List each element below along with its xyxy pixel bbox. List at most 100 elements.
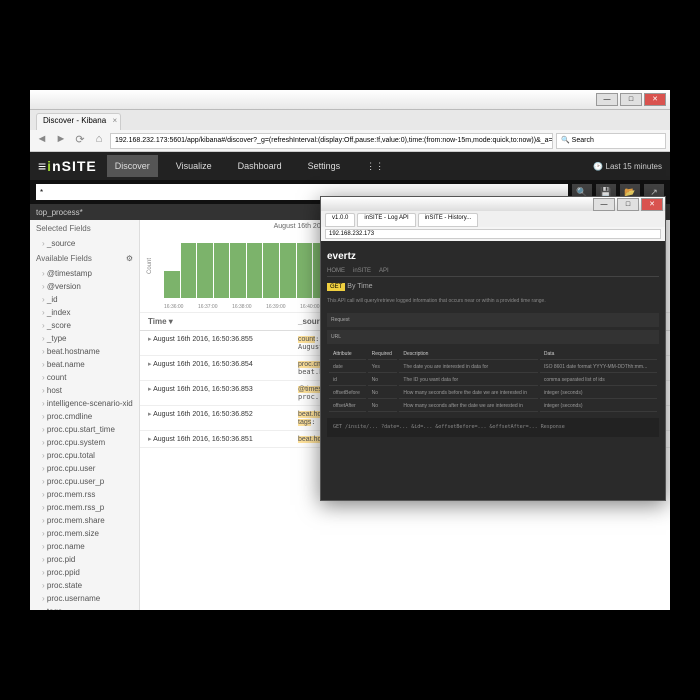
time-range[interactable]: 🕑 Last 15 minutes [593,162,662,171]
field-item[interactable]: _score [30,319,139,332]
field-item[interactable]: intelligence-scenario-xid [30,397,139,410]
sort-icon[interactable]: ▾ [169,317,173,326]
field-item[interactable]: proc.ppid [30,566,139,579]
col-time[interactable]: Time ▾ [148,317,298,326]
overlay-max-button[interactable]: □ [617,198,639,211]
overlay-tabs: v1.0.0 inSITE - Log API inSITE - History… [321,211,665,227]
field-item[interactable]: _index [30,306,139,319]
field-item[interactable]: beat.name [30,358,139,371]
overlay-nav: HOME inSITE API [327,266,659,277]
nav-more-icon[interactable]: ⋮⋮ [358,155,392,178]
back-button[interactable]: ◄ [34,133,50,149]
window-titlebar: — □ ✕ [30,90,670,110]
overlay-addr: 192.168.232.173 [321,227,665,241]
browser-tab[interactable]: Discover - Kibana × [36,113,121,130]
tab-title: Discover - Kibana [43,116,106,125]
nav-discover[interactable]: Discover [107,155,158,177]
field-item[interactable]: host [30,384,139,397]
field-item[interactable]: tags [30,605,139,610]
field-item[interactable]: count [30,371,139,384]
cell-time: August 16th 2016, 16:50:36.851 [148,435,298,443]
overlay-close-button[interactable]: ✕ [641,198,663,211]
code-sample: GET /insite/... ?date=... &id=... &offse… [327,418,659,437]
minimize-button[interactable]: — [596,93,618,106]
bar[interactable] [214,243,230,298]
field-item[interactable]: proc.pid [30,553,139,566]
bar[interactable] [263,243,279,298]
y-axis-label: Count [147,258,153,274]
nav-settings[interactable]: Settings [300,155,349,177]
logo: ≡inSITE [38,158,97,174]
overlay-nav-item[interactable]: inSITE [353,268,371,274]
field-item[interactable]: proc.state [30,579,139,592]
field-item[interactable]: _id [30,293,139,306]
overlay-nav-item[interactable]: HOME [327,268,345,274]
field-item[interactable]: @timestamp [30,267,139,280]
close-button[interactable]: ✕ [644,93,666,106]
field-item[interactable]: _type [30,332,139,345]
overlay-tab[interactable]: v1.0.0 [325,213,355,227]
overlay-titlebar: — □ ✕ [321,197,665,211]
overlay-min-button[interactable]: — [593,198,615,211]
request-section: Request [327,313,659,327]
field-item[interactable]: @version [30,280,139,293]
field-item[interactable]: proc.cpu.user_p [30,475,139,488]
overlay-url[interactable]: 192.168.232.173 [325,229,661,239]
bar[interactable] [230,243,246,298]
overlay-desc: This API call will query/retrieve logged… [327,296,659,310]
attr-row: offsetBeforeNoHow many seconds before th… [329,388,657,399]
overlay-window: — □ ✕ v1.0.0 inSITE - Log API inSITE - H… [320,196,666,501]
app-header: ≡inSITE Discover Visualize Dashboard Set… [30,152,670,180]
bar[interactable] [297,243,313,298]
url-section: URL [327,330,659,344]
browser-search[interactable]: 🔍 Search [556,133,666,149]
field-item[interactable]: proc.name [30,540,139,553]
selected-fields-header: Selected Fields [30,220,139,237]
overlay-tab[interactable]: inSITE - History... [418,213,479,227]
field-item[interactable]: proc.mem.rss [30,488,139,501]
home-button[interactable]: ⌂ [91,133,107,149]
cell-time: August 16th 2016, 16:50:36.852 [148,410,298,426]
field-item[interactable]: _source [30,237,139,250]
field-item[interactable]: proc.cpu.user [30,462,139,475]
tab-close-icon[interactable]: × [112,116,117,125]
field-item[interactable]: proc.mem.size [30,527,139,540]
reload-button[interactable]: ⟳ [72,133,88,149]
settings-icon[interactable]: ⚙ [126,254,133,263]
forward-button[interactable]: ► [53,133,69,149]
cell-time: August 16th 2016, 16:50:36.853 [148,385,298,401]
nav-visualize[interactable]: Visualize [168,155,220,177]
bar[interactable] [197,243,213,298]
overlay-nav-item[interactable]: API [379,268,389,274]
attr-row: dateYesThe date you are interested in da… [329,362,657,373]
cell-time: August 16th 2016, 16:50:36.855 [148,335,298,351]
field-item[interactable]: proc.cpu.start_time [30,423,139,436]
field-item[interactable]: proc.mem.rss_p [30,501,139,514]
nav-dashboard[interactable]: Dashboard [230,155,290,177]
field-item[interactable]: proc.cpu.total [30,449,139,462]
field-item[interactable]: proc.cmdline [30,410,139,423]
method-badge: GET [327,283,345,291]
maximize-button[interactable]: □ [620,93,642,106]
address-bar: ◄ ► ⟳ ⌂ 192.168.232.173:5601/app/kibana#… [30,130,670,152]
bar[interactable] [181,243,197,298]
fields-sidebar: Selected Fields _source Available Fields… [30,220,140,610]
field-item[interactable]: proc.cpu.system [30,436,139,449]
attr-row: idNoThe ID you want data forcomma separa… [329,375,657,386]
index-pattern[interactable]: top_process* [36,208,83,217]
overlay-tab[interactable]: inSITE - Log API [357,213,415,227]
bar[interactable] [247,243,263,298]
field-item[interactable]: proc.mem.share [30,514,139,527]
field-item[interactable]: beat.hostname [30,345,139,358]
attributes-table: AttributeRequiredDescriptionData dateYes… [327,347,659,414]
url-input[interactable]: 192.168.232.173:5601/app/kibana#/discove… [110,133,553,149]
bar[interactable] [280,243,296,298]
cell-time: August 16th 2016, 16:50:36.854 [148,360,298,376]
overlay-title: GET By Time [327,277,659,296]
browser-tabs: Discover - Kibana × [30,110,670,130]
available-fields-header: Available Fields⚙ [30,250,139,267]
attr-row: offsetAfterNoHow many seconds after the … [329,401,657,412]
bar[interactable] [164,271,180,298]
overlay-logo: evertz [327,247,659,266]
field-item[interactable]: proc.username [30,592,139,605]
